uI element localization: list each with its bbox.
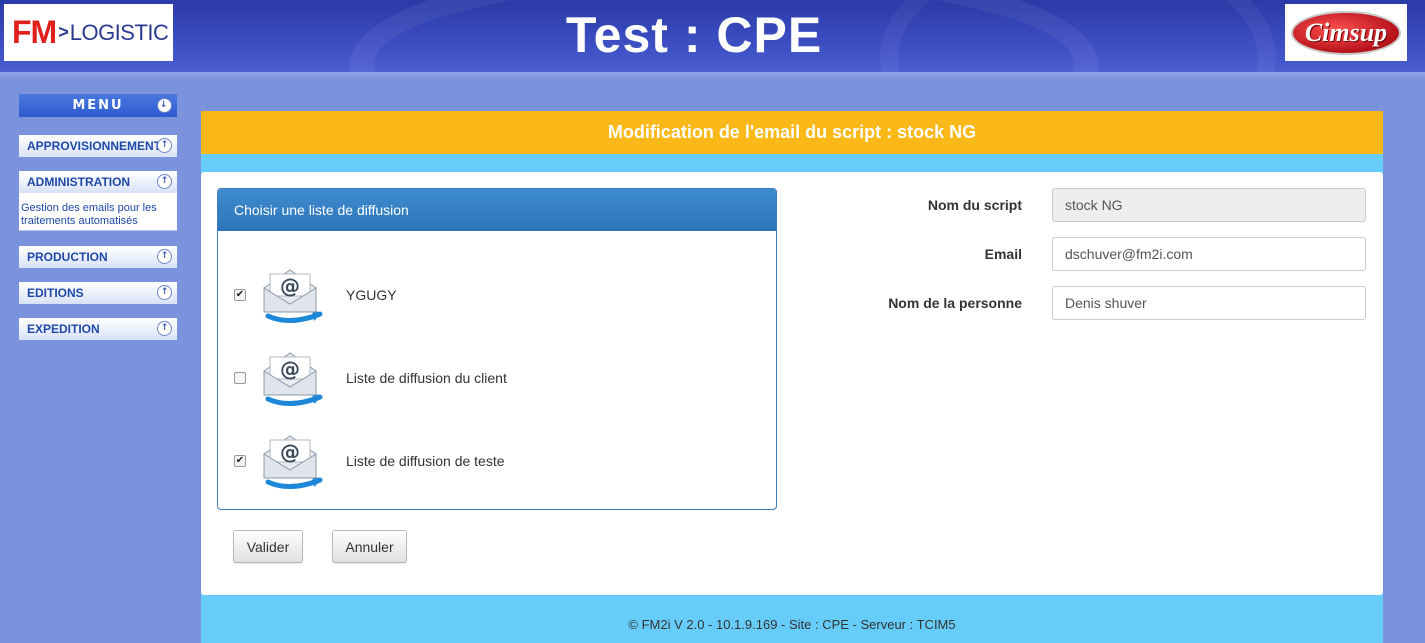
app-title: Test : CPE [565,7,823,63]
sidebar-item-approvisionnement[interactable]: APPROVISIONNEMENT ↑ [19,135,177,157]
sidebar-item-label: APPROVISIONNEMENT [27,139,162,153]
validate-button[interactable]: Valider [233,530,303,563]
person-name-value: Denis shuver [1065,295,1147,311]
cancel-button[interactable]: Annuler [332,530,407,563]
menu-header[interactable]: MENU ↓ [19,94,177,117]
app-header: FM > LOGISTIC Test : CPE Cimsup [0,0,1425,72]
chevron-up-icon[interactable]: ↑ [157,285,172,300]
diffusion-list-panel: Choisir une liste de diffusion ✔ @ YGUGY… [217,188,777,510]
footer-info: © FM2i V 2.0 - 10.1.9.169 - Site : CPE -… [628,617,956,632]
cimsup-logo: Cimsup [1285,4,1407,61]
cimsup-logo-text: Cimsup [1304,17,1388,47]
sidebar-item-production[interactable]: PRODUCTION ↑ [19,246,177,268]
script-name-value: stock NG [1065,197,1123,213]
checkbox-test-list[interactable]: ✔ [234,455,246,467]
chevron-up-icon[interactable]: ↑ [157,249,172,264]
list-item: ✔ @ YGUGY [218,265,776,325]
email-label: Email [984,246,1022,262]
svg-text:@: @ [280,274,300,298]
email-icon: @ [263,435,323,489]
email-field[interactable]: dschuver@fm2i.com [1052,237,1366,271]
email-value: dschuver@fm2i.com [1065,246,1193,262]
chevron-up-icon[interactable]: ↑ [157,138,172,153]
sidebar-item-expedition[interactable]: EXPEDITION ↑ [19,318,177,340]
sidebar-item-label: ADMINISTRATION [27,175,131,189]
sidebar-item-label: PRODUCTION [27,250,108,264]
list-item: @ Liste de diffusion du client [218,348,776,408]
sidebar-item-administration[interactable]: ADMINISTRATION ↑ [19,171,177,193]
script-name-field[interactable]: stock NG [1052,188,1366,222]
sidebar-item-label: EDITIONS [27,286,84,300]
svg-text:@: @ [280,357,300,381]
email-icon: @ [263,352,323,406]
email-icon: @ [263,269,323,323]
panel-title: Choisir une liste de diffusion [234,202,409,218]
sidebar-subitem-email-management[interactable]: Gestion des emails pour les traitements … [19,193,177,231]
person-name-field[interactable]: Denis shuver [1052,286,1366,320]
page-title-bar: Modification de l'email du script : stoc… [201,111,1383,154]
checkbox-client-list[interactable] [234,372,246,384]
checkbox-ygugy[interactable]: ✔ [234,289,246,301]
sidebar-item-label: EXPEDITION [27,322,100,336]
cimsup-logo-badge: Cimsup [1291,10,1401,55]
panel-header: Choisir une liste de diffusion [218,189,776,231]
list-item-label: Liste de diffusion du client [346,370,507,386]
menu-label: MENU [72,98,124,113]
chevron-up-icon[interactable]: ↑ [157,174,172,189]
chevron-up-icon[interactable]: ↑ [157,321,172,336]
person-name-label: Nom de la personne [888,295,1022,311]
script-name-label: Nom du script [927,197,1022,213]
svg-text:@: @ [280,440,300,464]
page-title: Modification de l'email du script : stoc… [607,122,977,142]
collapse-menu-icon[interactable]: ↓ [157,98,172,113]
header-divider [0,72,1425,80]
sidebar-item-editions[interactable]: EDITIONS ↑ [19,282,177,304]
list-item-label: Liste de diffusion de teste [346,453,505,469]
list-item-label: YGUGY [346,287,397,303]
list-item: ✔ @ Liste de diffusion de teste [218,431,776,491]
